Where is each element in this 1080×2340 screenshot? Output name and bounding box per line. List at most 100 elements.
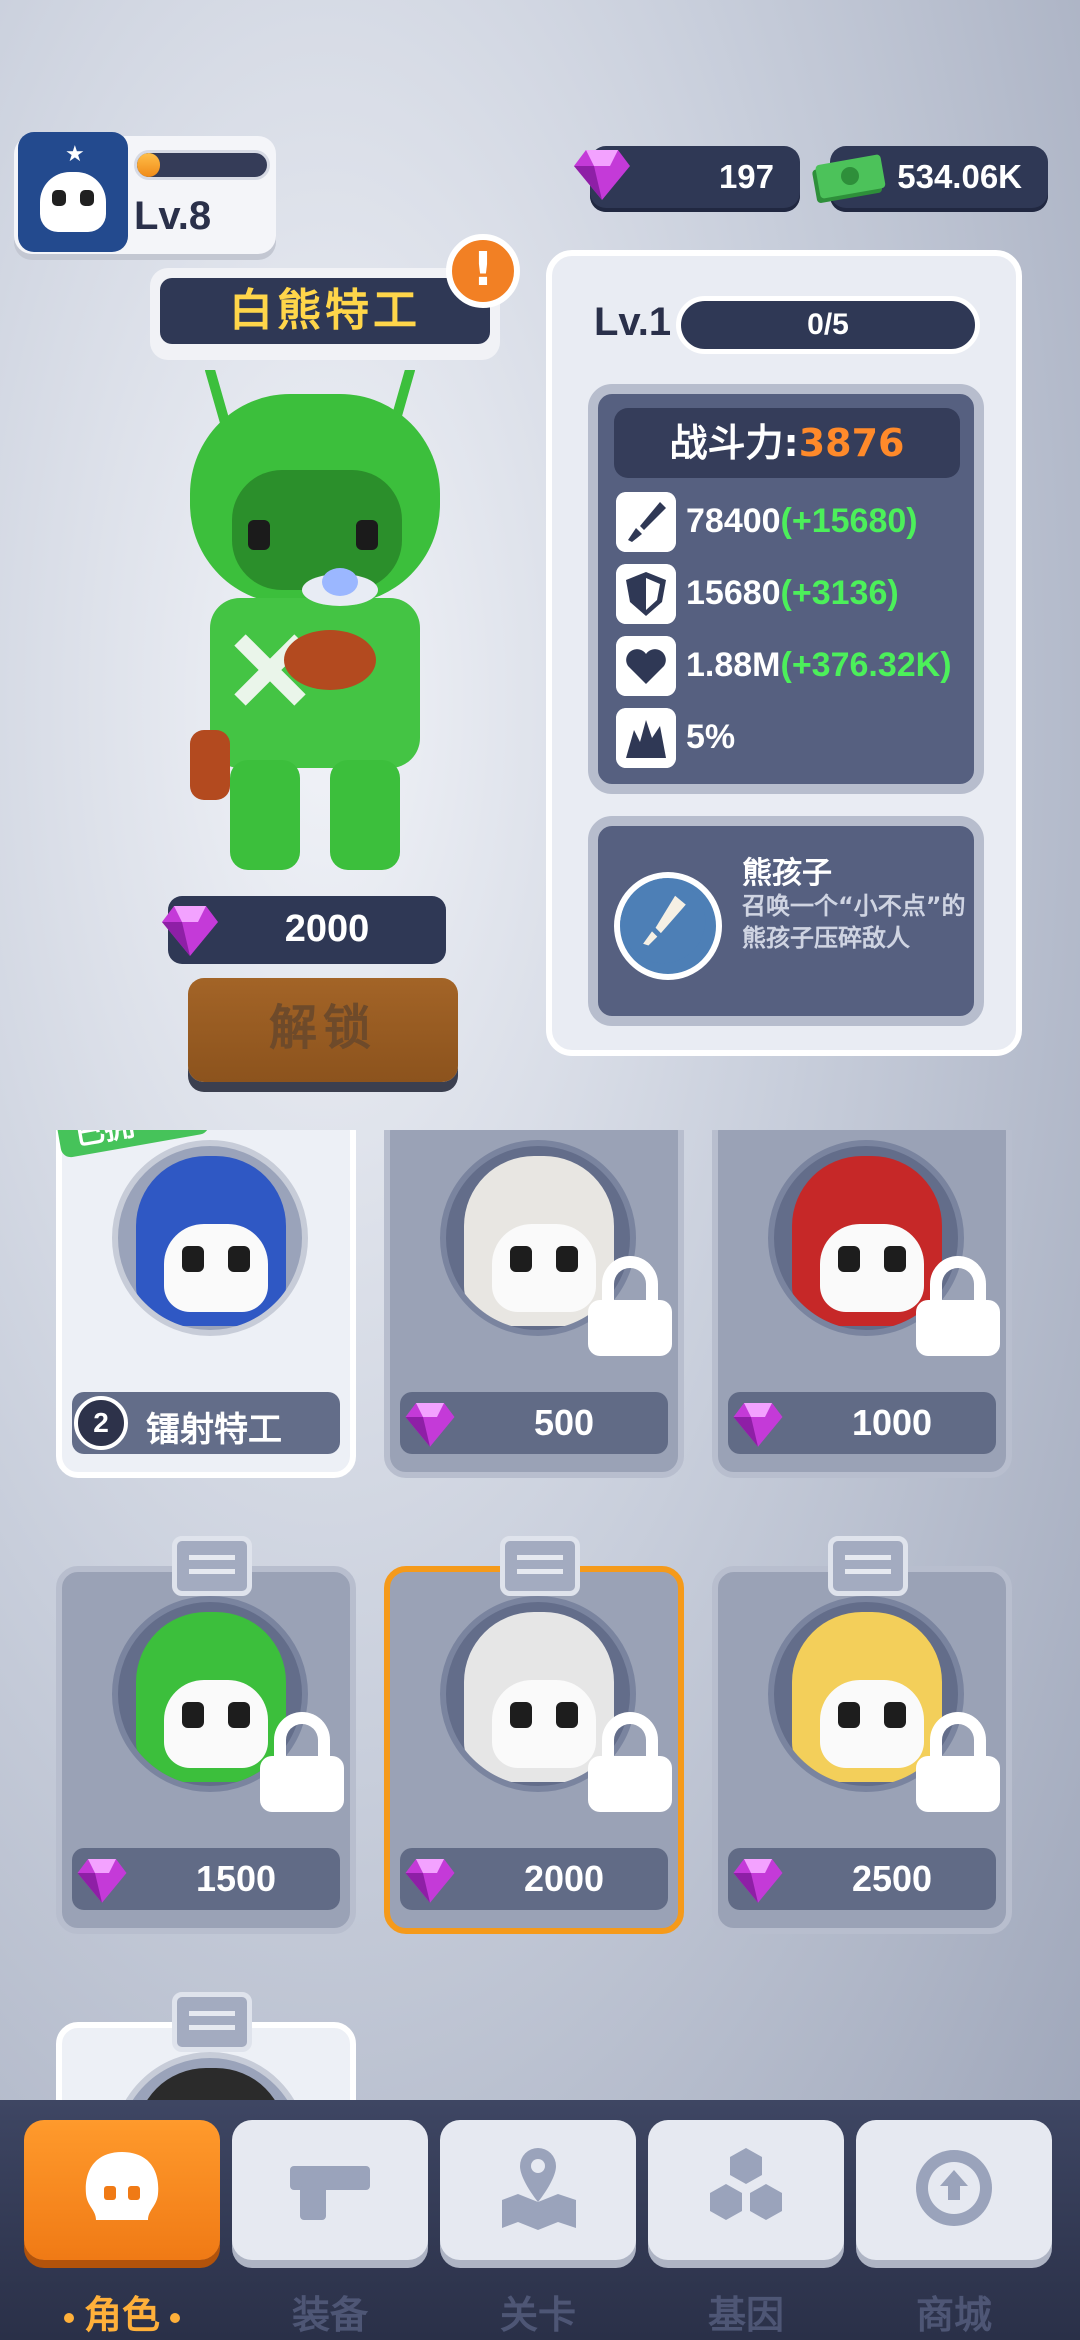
combat-power-label: 战斗力: [669, 421, 799, 465]
character-portrait [112, 1140, 308, 1336]
attack-bonus: (+15680) [780, 502, 918, 540]
shop-icon [916, 2150, 992, 2226]
level-progress: 0/5 [676, 296, 980, 354]
price-value: 1000 [851, 1402, 933, 1443]
gem-icon [405, 1403, 455, 1447]
character-name-tag: 2 镭射特工 [72, 1392, 340, 1454]
lock-icon [260, 1712, 344, 1812]
gem-icon [733, 1859, 783, 1903]
character-card-selected[interactable]: 2000 [384, 1536, 684, 1934]
skull-icon [85, 2152, 159, 2220]
attack-icon [616, 492, 676, 552]
skull-face [164, 1224, 268, 1312]
nav-label-genes: 基因 [707, 2293, 784, 2337]
gem-icon [405, 1859, 455, 1903]
nav-tab-shop[interactable] [856, 2120, 1052, 2260]
nav-label-shop: 商城 [915, 2293, 992, 2337]
lock-icon [916, 1256, 1000, 1356]
skull-icon [40, 172, 106, 232]
gem-icon [733, 1403, 783, 1447]
hexagons-icon [710, 2148, 782, 2220]
character-hood [136, 2068, 286, 2100]
price-value: 2000 [523, 1858, 605, 1899]
player-level: Lv.8 [134, 194, 212, 238]
skill-description: 召唤一个“小不点”的熊孩子压碎敌人 [742, 892, 966, 952]
character-card-name: 镭射特工 [146, 1410, 282, 1450]
gem-icon [77, 1859, 127, 1903]
cash-icon [812, 154, 886, 203]
health-value: 1.88M [686, 646, 781, 684]
crit-icon [616, 708, 676, 768]
skull-face [820, 1224, 924, 1312]
character-card-locked[interactable]: 1000 [712, 1130, 1012, 1478]
gem-count: 197 [718, 158, 774, 195]
combat-power: 战斗力:3876 [614, 408, 960, 478]
star-icon: ★ [65, 142, 85, 167]
character-price: 500 [400, 1392, 668, 1454]
gem-counter[interactable]: 197 [574, 146, 800, 212]
xp-progress-fill [137, 153, 161, 177]
heart-icon [616, 636, 676, 696]
defense-bonus: (+3136) [780, 574, 899, 612]
skill-name: 熊孩子 [742, 856, 832, 891]
unlock-price: 2000 [162, 896, 446, 964]
character-card-laser-agent[interactable]: 已拥 2 镭射特工 [55, 1130, 356, 1478]
character-grid: 已拥 2 镭射特工 500 1000 1500 2000 2500 [0, 1130, 1080, 2100]
defense-value: 15680 [686, 574, 781, 612]
player-avatar[interactable]: ★ [18, 132, 128, 252]
bottom-navigation: 角色 装备 关卡 基因 商城 [0, 2100, 1080, 2340]
skull-face [492, 1224, 596, 1312]
cash-count: 534.06K [897, 158, 1022, 195]
card-clip [172, 1536, 252, 1596]
character-figure [190, 370, 440, 870]
nav-label-stage: 关卡 [499, 2293, 576, 2337]
nav-tab-character[interactable] [24, 2120, 220, 2260]
nav-label-equipment: 装备 [291, 2293, 368, 2337]
price-value: 500 [533, 1402, 595, 1443]
map-pin-icon [502, 2148, 576, 2230]
character-card-locked[interactable]: 500 [384, 1130, 684, 1478]
xp-progress-bar [134, 150, 270, 180]
skill-icon [614, 872, 722, 980]
character-number: 2 [74, 1396, 128, 1450]
unlock-price-value: 2000 [284, 908, 370, 950]
nav-tab-equipment[interactable] [232, 2120, 428, 2260]
cash-counter[interactable]: 534.06K [812, 146, 1048, 212]
gun-icon [290, 2166, 370, 2220]
lock-icon [588, 1256, 672, 1356]
skull-face [820, 1680, 924, 1768]
skill-box[interactable]: 熊孩子 召唤一个“小不点”的熊孩子压碎敌人 [588, 816, 984, 1026]
character-card-locked[interactable]: 2500 [712, 1536, 1012, 1934]
gem-icon [574, 150, 630, 200]
character-name: 白熊特工 [160, 278, 490, 344]
lock-icon [588, 1712, 672, 1812]
character-price: 1500 [72, 1848, 340, 1910]
health-bonus: (+376.32K) [780, 646, 952, 684]
nav-tab-stage[interactable] [440, 2120, 636, 2260]
character-price: 2500 [728, 1848, 996, 1910]
nav-label-character: 角色 [24, 2284, 220, 2339]
character-price: 2000 [400, 1848, 668, 1910]
character-card-partial[interactable] [56, 1992, 356, 2100]
character-card-locked[interactable]: 1500 [56, 1536, 356, 1934]
character-level: Lv.1 [594, 300, 672, 344]
lock-icon [916, 1712, 1000, 1812]
stats-box: 战斗力:3876 78400(+15680) 15680(+3136) 1.88… [588, 384, 984, 794]
stats-panel: Lv.1 0/5 战斗力:3876 78400(+15680) 15680(+3… [546, 250, 1022, 1056]
character-portrait [112, 2052, 308, 2100]
shield-icon [616, 564, 676, 624]
nav-tab-genes[interactable] [648, 2120, 844, 2260]
card-clip [828, 1536, 908, 1596]
alert-icon[interactable]: ! [446, 234, 520, 308]
card-clip [172, 1992, 252, 2052]
card-clip [500, 1536, 580, 1596]
character-price: 1000 [728, 1392, 996, 1454]
combat-power-value: 3876 [798, 421, 905, 465]
price-value: 1500 [195, 1858, 277, 1899]
skull-face [164, 1680, 268, 1768]
player-profile-card[interactable]: ★ Lv.8 [14, 132, 276, 254]
attack-value: 78400 [686, 502, 781, 540]
unlock-button[interactable]: 解锁 [188, 978, 458, 1082]
crit-value: 5% [686, 718, 736, 756]
price-value: 2500 [851, 1858, 933, 1899]
